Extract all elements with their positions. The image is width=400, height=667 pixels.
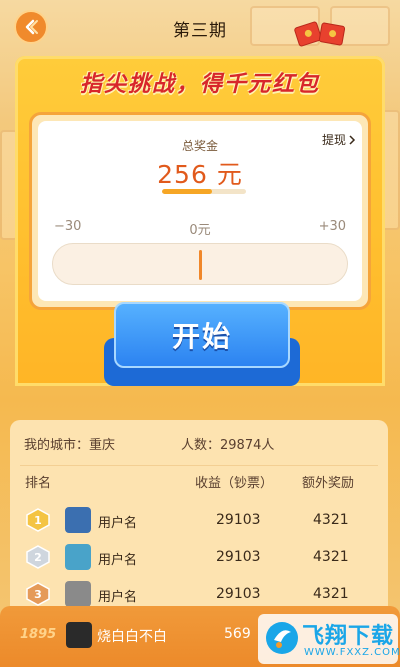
avatar [65,507,91,533]
top-bar: 第三期 [0,0,400,56]
my-username: 烧白白不白 [97,629,167,645]
scale-mid-label: 0元 [189,223,211,238]
rank-number: 1 [34,513,42,527]
username: 用户名 [98,553,138,568]
player-count: 人数：29874人 [181,438,275,453]
earnings-value: 29103 [216,512,261,528]
username: 用户名 [98,516,138,531]
game-screen: 总奖金 提现 256 元 −30 0元 +30 [38,121,362,301]
rank-number: 2 [34,550,42,564]
withdraw-label: 提现 [321,133,346,147]
slider-scale: −30 0元 +30 [52,219,348,238]
reaction-slider[interactable] [52,243,348,285]
column-header-bonus: 额外奖励 [302,476,355,491]
watermark-url: WWW.FXXZ.COM [304,647,400,658]
red-envelope-icon [318,22,346,46]
earnings-value: 29103 [216,586,261,602]
total-prize-label: 总奖金 [181,139,218,153]
rank-medal-icon: 3 [25,582,51,606]
username: 用户名 [98,590,138,605]
bonus-value: 4321 [313,512,349,528]
rank-medal-icon: 2 [25,545,51,569]
start-button[interactable]: 开始 [104,302,300,386]
prize-amount: 256 元 [157,160,243,189]
slider-needle[interactable] [198,250,202,280]
start-button-face[interactable]: 开始 [114,302,290,368]
watermark-title: 飞翔下载 [302,624,395,649]
column-header-rank: 排名 [25,476,52,491]
my-rank-number: 1895 [20,627,57,642]
avatar [65,581,91,607]
rank-number: 3 [34,587,42,601]
avatar [65,544,91,570]
earnings-value: 29103 [216,549,261,565]
site-watermark: 飞翔下载 WWW.FXXZ.COM [258,614,400,664]
prize-progress-fill [162,189,213,194]
game-screen-frame: 总奖金 提现 256 元 −30 0元 +30 [29,112,371,310]
challenge-headline: 指尖挑战，得千元红包 [79,72,320,97]
chevron-right-icon [349,134,356,145]
rank-medal-icon: 1 [25,508,51,532]
withdraw-link[interactable]: 提现 [322,131,356,148]
start-button-label: 开始 [171,320,232,353]
city-label: 我的城市：重庆 [24,438,116,453]
column-header-earn: 收益（钞票） [195,476,274,491]
table-row[interactable]: 1 用户名 29103 4321 [10,500,388,540]
bonus-value: 4321 [313,549,349,565]
my-avatar [66,622,92,648]
bonus-value: 4321 [313,586,349,602]
prize-progress-bar [162,189,246,194]
table-row[interactable]: 2 用户名 29103 4321 [10,537,388,577]
my-earnings: 569 [224,626,251,642]
scale-max-label: +30 [318,219,346,234]
watermark-logo-icon [266,622,298,654]
divider [20,465,378,466]
